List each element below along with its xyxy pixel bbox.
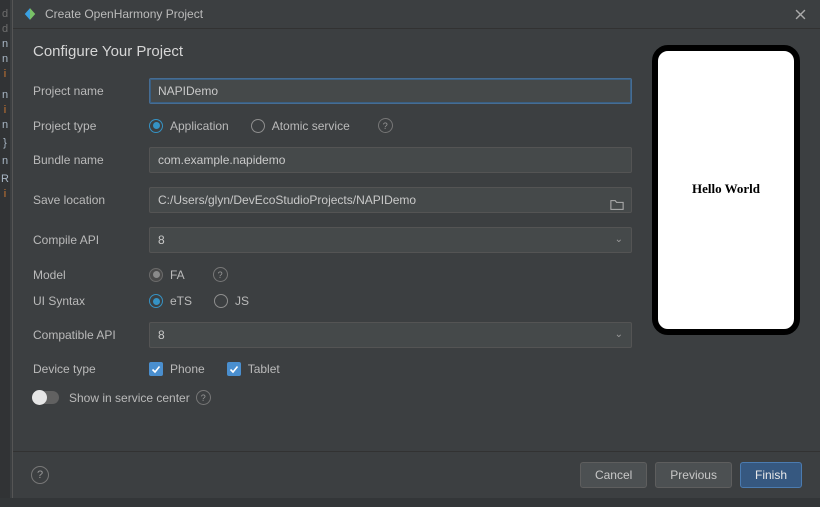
model-label: Model <box>33 268 149 282</box>
browse-folder-icon[interactable] <box>610 194 624 206</box>
bundle-name-label: Bundle name <box>33 153 149 167</box>
chevron-down-icon: ⌄ <box>615 228 623 252</box>
project-type-label: Project type <box>33 119 149 133</box>
project-name-label: Project name <box>33 84 149 98</box>
cancel-button[interactable]: Cancel <box>580 462 647 488</box>
compile-api-select[interactable]: 8 ⌄ <box>149 227 632 253</box>
editor-gutter: dd nn i n i n } n R i <box>0 0 10 507</box>
ui-syntax-js-radio[interactable]: JS <box>214 294 249 308</box>
project-type-atomic-radio[interactable]: Atomic service <box>251 119 350 133</box>
preview-text: Hello World <box>692 181 760 197</box>
service-center-info-icon[interactable]: ? <box>196 390 211 405</box>
device-phone-checkbox[interactable]: Phone <box>149 362 205 376</box>
show-in-service-center-toggle[interactable] <box>33 391 59 404</box>
help-icon[interactable]: ? <box>31 466 49 484</box>
model-fa-radio[interactable]: FA <box>149 268 185 282</box>
titlebar: Create OpenHarmony Project <box>13 0 820 29</box>
ide-status-strip <box>0 498 820 507</box>
page-title: Configure Your Project <box>33 43 632 60</box>
device-preview: Hello World <box>652 45 800 335</box>
model-info-icon[interactable]: ? <box>213 267 228 282</box>
bundle-name-input[interactable]: com.example.napidemo <box>149 147 632 173</box>
compatible-api-select[interactable]: 8 ⌄ <box>149 322 632 348</box>
chevron-down-icon: ⌄ <box>615 323 623 347</box>
compile-api-label: Compile API <box>33 233 149 247</box>
project-name-input[interactable]: NAPIDemo <box>149 78 632 104</box>
device-type-label: Device type <box>33 362 149 376</box>
save-location-input[interactable]: C:/Users/glyn/DevEcoStudioProjects/NAPID… <box>149 187 632 213</box>
close-icon[interactable] <box>790 4 810 24</box>
project-type-application-radio[interactable]: Application <box>149 119 229 133</box>
dialog-frame: Create OpenHarmony Project Configure You… <box>12 0 820 498</box>
window-title: Create OpenHarmony Project <box>45 7 790 21</box>
device-tablet-checkbox[interactable]: Tablet <box>227 362 280 376</box>
compatible-api-label: Compatible API <box>33 328 149 342</box>
project-type-info-icon[interactable]: ? <box>378 118 393 133</box>
ui-syntax-label: UI Syntax <box>33 294 149 308</box>
app-logo-icon <box>23 7 37 21</box>
previous-button[interactable]: Previous <box>655 462 732 488</box>
finish-button[interactable]: Finish <box>740 462 802 488</box>
save-location-label: Save location <box>33 193 149 207</box>
show-in-service-center-label: Show in service center <box>69 391 190 405</box>
ui-syntax-ets-radio[interactable]: eTS <box>149 294 192 308</box>
